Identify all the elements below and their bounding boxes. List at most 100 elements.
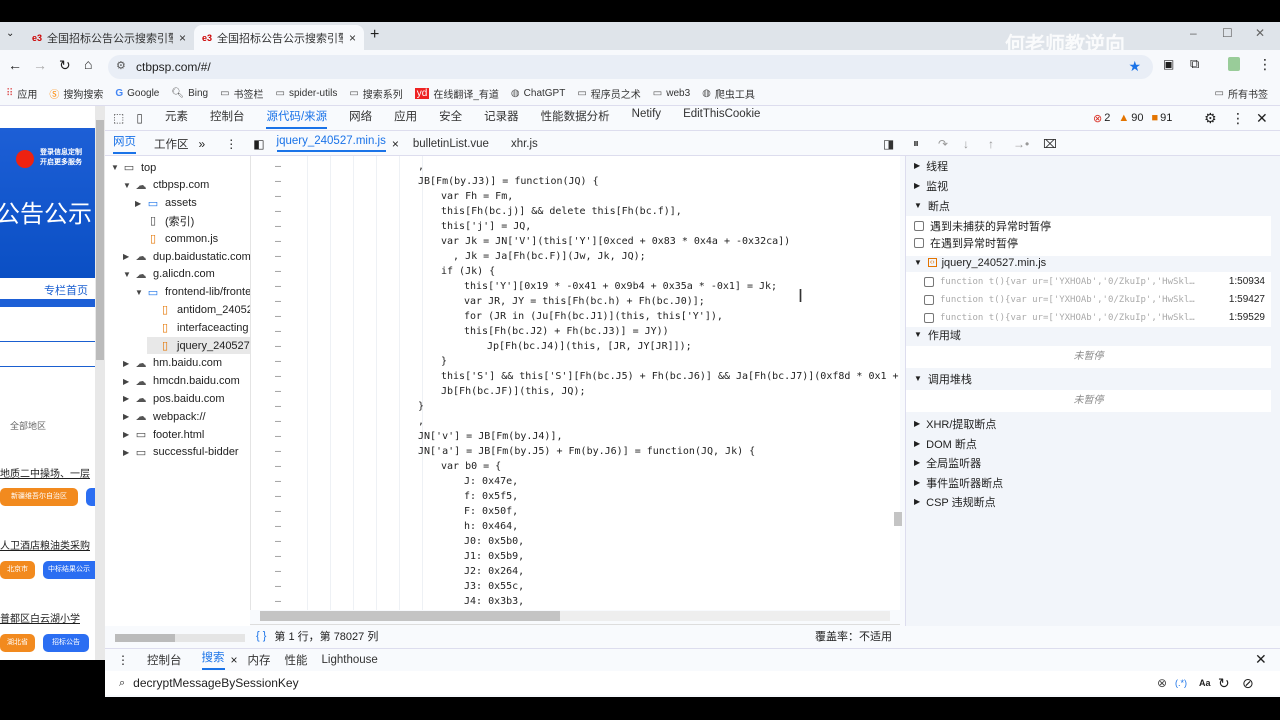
step-over-icon[interactable]: ↷ [938, 137, 948, 151]
line-gutter[interactable]: – [275, 506, 281, 517]
reload-icon[interactable]: ↻ [59, 57, 71, 74]
search-input[interactable]: decryptMessageBySessionKey [133, 676, 298, 690]
section-csp-breakpoints[interactable]: ▶ CSP 违规断点 [906, 492, 1271, 511]
toggle-navigator-icon[interactable]: ◧ [253, 137, 264, 151]
line-gutter[interactable]: – [275, 491, 281, 502]
line-gutter[interactable]: – [275, 566, 281, 577]
scrollbar-thumb[interactable] [260, 611, 560, 621]
line-gutter[interactable]: – [275, 191, 281, 202]
tree-item[interactable]: ▶ ☁ pos.baidu.com [123, 390, 225, 407]
tab-page[interactable]: 网页 [113, 133, 136, 154]
bookmark-folder[interactable]: ▭ 程序员之术 [577, 86, 640, 101]
line-gutter[interactable]: – [275, 266, 281, 277]
bookmark-folder[interactable]: ▭ spider-utils [276, 88, 338, 99]
nav-link[interactable]: 专栏首页 [44, 282, 88, 298]
navigator-scrollbar[interactable] [115, 634, 245, 642]
code-line[interactable]: – var b0 = { [251, 461, 900, 476]
drawer-menu-icon[interactable]: ⋮ [117, 653, 129, 667]
tree-item[interactable]: ▯ common.js [135, 230, 218, 247]
new-tab-icon[interactable]: + [370, 26, 379, 44]
checkbox[interactable] [914, 237, 924, 248]
tree-item[interactable]: ▶ ▭ successful-bidder [123, 444, 239, 461]
bookmark-item[interactable]: ◍ ChatGPT [511, 88, 565, 99]
scrollbar-thumb[interactable] [115, 634, 175, 642]
expand-arrow-icon[interactable]: ▶ [123, 359, 133, 368]
code-line[interactable]: – J1: 0x5b9, [251, 551, 900, 566]
section-breakpoints[interactable]: ▼ 断点 [906, 196, 1271, 215]
device-toolbar-icon[interactable]: ▯ [136, 111, 143, 125]
site-info-icon[interactable]: ⚙ [116, 59, 126, 72]
page-scrollbar[interactable] [95, 106, 105, 660]
bookmark-folder[interactable]: ▭ 搜索系列 [349, 86, 402, 101]
refresh-icon[interactable]: ↻ [1218, 675, 1230, 692]
line-gutter[interactable]: – [275, 281, 281, 292]
bookmark-item[interactable]: ◍ 爬虫工具 [702, 86, 755, 101]
close-icon[interactable]: × [349, 31, 356, 45]
tree-item[interactable]: ▼▭ frontend-lib/frontend [135, 284, 250, 301]
login-promo[interactable]: 登录信息定制 开启更多服务 [40, 148, 82, 168]
scrollbar-thumb[interactable] [96, 120, 104, 360]
breakpoint-item[interactable]: function t(){var ur=['YXHOAb','0/ZkuIp',… [906, 290, 1271, 309]
home-icon[interactable]: ⌂ [84, 56, 92, 72]
tree-item[interactable]: ▶ ☁ hm.baidu.com [123, 355, 222, 372]
code-line[interactable]: – F: 0x50f, [251, 506, 900, 521]
code-line[interactable]: – J: 0x47e, [251, 476, 900, 491]
checkbox[interactable] [924, 294, 934, 305]
line-gutter[interactable]: – [275, 296, 281, 307]
close-drawer-icon[interactable]: ✕ [1255, 651, 1267, 668]
address-bar[interactable]: ⚙ ctbpsp.com/#/ ★ [108, 55, 1153, 79]
extensions-puzzle-icon[interactable]: ⧉ [1190, 56, 1199, 72]
step-icon[interactable]: →• [1013, 137, 1029, 151]
bookmark-item[interactable]: yd 在线翻译_有道 [414, 86, 499, 101]
section-watch[interactable]: ▶ 监视 [906, 176, 1271, 195]
regex-toggle[interactable]: (.*) [1175, 678, 1187, 688]
devtools-tab[interactable]: 记录器 [484, 108, 519, 129]
line-gutter[interactable]: – [275, 401, 281, 412]
bookmark-folder[interactable]: ▭ 书签栏 [220, 86, 263, 101]
line-gutter[interactable]: – [275, 416, 281, 427]
line-gutter[interactable]: – [275, 326, 281, 337]
browser-tab-active[interactable]: e3 全国招标公告公示搜索引擎-中国 × [194, 25, 364, 50]
line-gutter[interactable]: – [275, 206, 281, 217]
breakpoint-item[interactable]: function t(){var ur=['YXHOAb','0/ZkuIp',… [906, 272, 1271, 291]
section-callstack[interactable]: ▼ 调用堆栈 [906, 369, 1271, 388]
tree-item[interactable]: ▶ ☁ dup.baidustatic.com [123, 248, 250, 265]
close-devtools-icon[interactable]: ✕ [1256, 110, 1268, 127]
tree-item[interactable]: ▯ interfaceacting [147, 319, 249, 336]
code-line[interactable]: – this['j'] = JQ, [251, 221, 900, 236]
close-icon[interactable]: × [179, 31, 186, 45]
line-gutter[interactable]: – [275, 536, 281, 547]
devtools-tab[interactable]: 安全 [439, 108, 462, 129]
expand-arrow-icon[interactable]: ▶ [123, 412, 133, 421]
section-scope[interactable]: ▼ 作用域 [906, 325, 1271, 344]
devtools-tab[interactable]: 元素 [165, 108, 188, 129]
navigator-menu-icon[interactable]: ⋮ [225, 137, 237, 151]
code-line[interactable]: – this[Fh(bc.j)] && delete this[Fh(bc.f)]… [251, 206, 900, 221]
tree-item[interactable]: ▶ ▭ assets [135, 195, 197, 212]
line-gutter[interactable]: – [275, 236, 281, 247]
code-line[interactable]: – JN['a'] = JB[Fm(by.J5) + Fm(by.J6)] = f… [251, 446, 900, 461]
file-tab-active[interactable]: jquery_240527.min.js [276, 135, 386, 152]
collapse-arrow-icon[interactable]: ▼ [123, 181, 133, 190]
section-dom-breakpoints[interactable]: ▶ DOM 断点 [906, 434, 1271, 453]
line-gutter[interactable]: – [275, 161, 281, 172]
line-gutter[interactable]: – [275, 356, 281, 367]
expand-arrow-icon[interactable]: ▶ [123, 448, 133, 457]
code-line[interactable]: – f: 0x5f5, [251, 491, 900, 506]
code-line[interactable]: – Jp[Fh(bc.J4)](this, [JR, JY[JR]]); [251, 341, 900, 356]
devtools-tab[interactable]: 性能数据分析 [541, 108, 610, 129]
minimize-icon[interactable]: – [1190, 26, 1197, 40]
drawer-tab-performance[interactable]: 性能 [285, 652, 308, 668]
code-line[interactable]: – J3: 0x55c, [251, 581, 900, 596]
section-global-listeners[interactable]: ▶ 全局监听器 [906, 453, 1271, 472]
code-line[interactable]: –, [251, 416, 900, 431]
close-icon[interactable]: × [231, 653, 238, 667]
devtools-tab[interactable]: 应用 [394, 108, 417, 129]
collapse-arrow-icon[interactable]: ▼ [111, 163, 121, 172]
line-gutter[interactable]: – [275, 521, 281, 532]
checkbox[interactable] [924, 276, 934, 287]
bookmark-item[interactable]: Ⓢ 搜狗搜索 [49, 86, 103, 101]
tree-item[interactable]: ▯ (索引) [135, 212, 194, 229]
collapse-arrow-icon[interactable]: ▼ [123, 270, 133, 279]
collapse-arrow-icon[interactable]: ▼ [135, 288, 145, 297]
